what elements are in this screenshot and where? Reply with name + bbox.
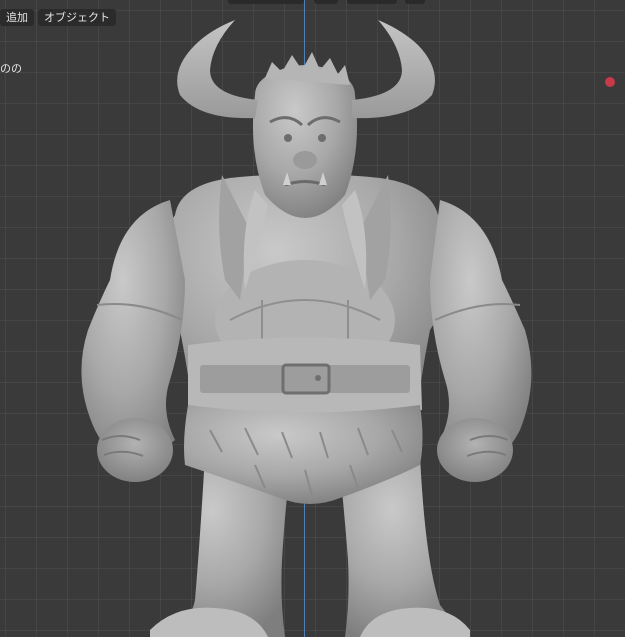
viewport-overlay-text: のの (0, 62, 22, 75)
belt-buckle-pin (315, 375, 321, 381)
left-eye (284, 134, 292, 142)
right-horn (352, 20, 435, 119)
light-marker-icon[interactable] (605, 77, 615, 87)
left-horn (177, 20, 258, 119)
head (252, 65, 358, 218)
add-menu-button[interactable]: 追加 (0, 9, 34, 26)
belt-strap (200, 365, 410, 393)
right-eye (318, 134, 326, 142)
right-fist (437, 418, 513, 482)
nose (293, 151, 317, 169)
header-menu-bar: 追加 オブジェクト (0, 9, 116, 26)
object-menu-button[interactable]: オブジェクト (38, 9, 116, 26)
ogre-sculpt-model[interactable] (0, 0, 625, 637)
3d-viewport[interactable]: 追加 オブジェクト のの (0, 0, 625, 637)
left-fist (97, 418, 173, 482)
